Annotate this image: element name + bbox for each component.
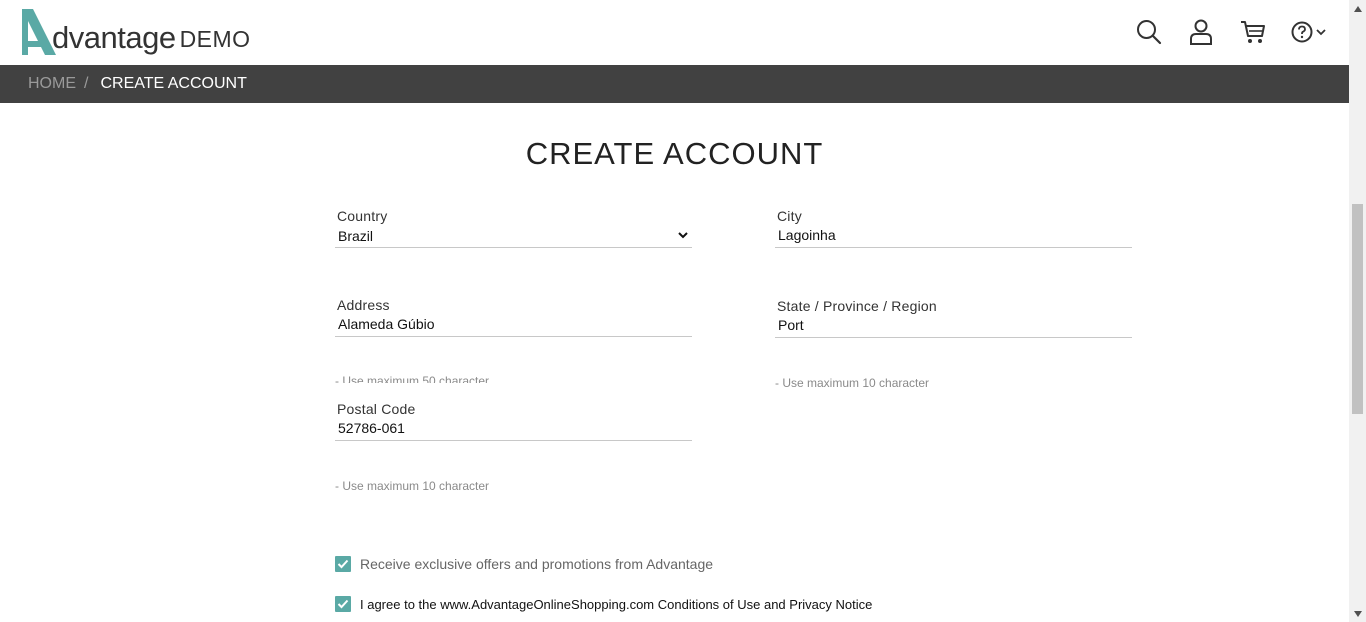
page-scrollbar[interactable] [1349,0,1366,622]
country-label: Country [337,208,388,224]
user-icon[interactable] [1187,18,1215,46]
cart-icon[interactable] [1239,18,1267,46]
state-hint: - Use maximum 10 character [775,376,930,390]
page: dvantage DEMO HOME / CREATE ACCOUNT CREA… [0,0,1349,622]
postal-code-input[interactable] [335,417,692,441]
brand-name: dvantage [52,20,176,55]
help-menu[interactable] [1291,21,1327,43]
chevron-down-icon [1316,29,1326,36]
offers-checkbox[interactable] [335,556,351,572]
brand-suffix: DEMO [179,26,251,52]
offers-checkbox-label: Receive exclusive offers and promotions … [360,556,714,572]
checkmark-icon [337,559,349,569]
site-header: dvantage DEMO [0,0,1349,65]
city-field: City [775,208,1132,248]
city-input[interactable] [775,224,1132,248]
search-icon[interactable] [1135,18,1163,46]
postal-code-hint: - Use maximum 10 character [335,479,490,493]
address-input[interactable] [335,313,692,337]
breadcrumb-home-link[interactable]: HOME [28,75,76,93]
terms-checkbox-row: I agree to the www.AdvantageOnlineShoppi… [335,596,872,612]
breadcrumb-current: CREATE ACCOUNT [100,75,247,92]
logo-a-icon [22,9,56,55]
breadcrumb-separator: / [84,75,89,92]
city-label: City [777,208,802,224]
state-label: State / Province / Region [777,298,937,314]
scrollbar-thumb[interactable] [1352,204,1363,414]
scroll-up-arrow[interactable] [1349,0,1366,17]
checkmark-icon [337,599,349,609]
postal-code-field: Postal Code [335,401,692,441]
country-select[interactable]: Brazil [335,224,692,248]
state-input[interactable] [775,314,1132,338]
brand-logo[interactable]: dvantage DEMO [22,9,251,55]
postal-code-label: Postal Code [337,401,416,417]
page-title: CREATE ACCOUNT [525,136,824,171]
state-field: State / Province / Region [775,298,1132,338]
header-icons [1135,18,1327,46]
terms-checkbox-label: I agree to the www.AdvantageOnlineShoppi… [360,596,873,612]
breadcrumb: HOME / CREATE ACCOUNT [0,65,1349,103]
address-label: Address [337,297,390,313]
terms-checkbox[interactable] [335,596,351,612]
address-hint: - Use maximum 50 character [335,374,490,383]
country-field: Country Brazil [335,208,692,248]
scroll-down-arrow[interactable] [1349,605,1366,622]
offers-checkbox-row: Receive exclusive offers and promotions … [335,556,713,572]
address-field: Address [335,297,692,337]
help-icon [1291,21,1313,43]
